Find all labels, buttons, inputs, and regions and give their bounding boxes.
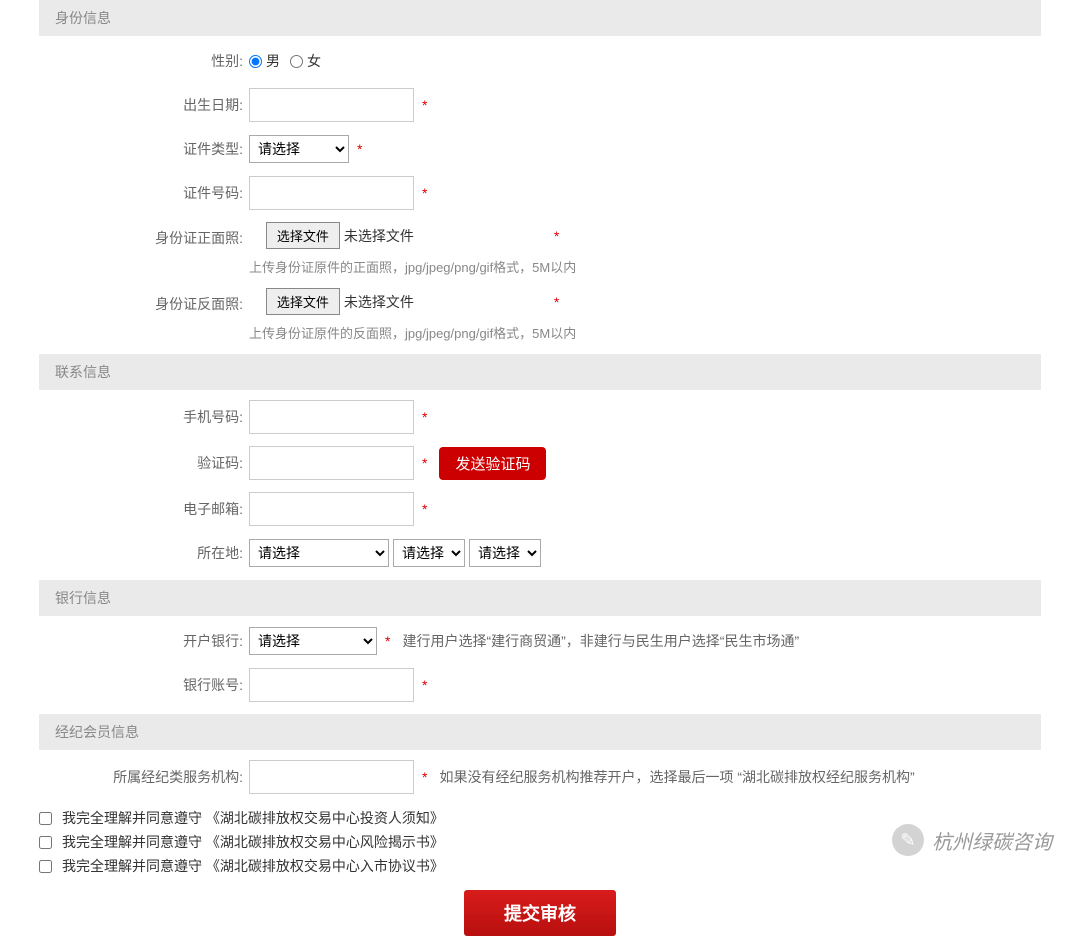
- id-back-choose-button[interactable]: 选择文件: [266, 288, 340, 315]
- section-broker: 经纪会员信息: [39, 714, 1041, 750]
- idno-input[interactable]: [249, 176, 414, 210]
- watermark-text: 杭州绿碳咨询: [932, 826, 1052, 855]
- gender-male-radio[interactable]: [249, 55, 262, 68]
- id-front-label: 身份证正面照:: [39, 222, 249, 248]
- required-star: *: [422, 769, 427, 785]
- id-back-status: 未选择文件: [344, 292, 414, 312]
- row-id-back: 身份证反面照: 选择文件 未选择文件 * 上传身份证原件的反面照，jpg/jpe…: [1, 288, 1079, 342]
- row-captcha: 验证码: * 发送验证码: [1, 446, 1079, 480]
- broker-org-label: 所属经纪类服务机构:: [39, 767, 249, 787]
- row-email: 电子邮箱: *: [1, 492, 1079, 526]
- account-label: 银行账号:: [39, 675, 249, 695]
- id-back-label: 身份证反面照:: [39, 288, 249, 314]
- gender-female-text: 女: [307, 51, 321, 71]
- agree-row-3: 我完全理解并同意遵守 《湖北碳排放权交易中心入市协议书》: [1, 854, 1079, 878]
- required-star: *: [554, 228, 559, 244]
- idno-label: 证件号码:: [39, 183, 249, 203]
- captcha-input[interactable]: [249, 446, 414, 480]
- row-idtype: 证件类型: 请选择 *: [1, 134, 1079, 164]
- registration-form: 身份信息 性别: 男 女 出生日期: * 证件类型: 请选择 * 证件号码: *: [0, 0, 1080, 940]
- agree-checkbox-1[interactable]: [39, 812, 52, 825]
- section-contact: 联系信息: [39, 354, 1041, 390]
- idtype-select[interactable]: 请选择: [249, 135, 349, 163]
- bank-select[interactable]: 请选择: [249, 627, 377, 655]
- agree-checkbox-3[interactable]: [39, 860, 52, 873]
- broker-org-hint: 如果没有经纪服务机构推荐开户，选择最后一项 “湖北碳排放权经纪服务机构”: [439, 767, 914, 787]
- row-account: 银行账号: *: [1, 668, 1079, 702]
- required-star: *: [357, 141, 362, 157]
- province-select[interactable]: 请选择: [249, 539, 389, 567]
- id-front-choose-button[interactable]: 选择文件: [266, 222, 340, 249]
- gender-female-radio[interactable]: [290, 55, 303, 68]
- email-input[interactable]: [249, 492, 414, 526]
- submit-row: 提交审核: [39, 878, 1041, 940]
- row-bank: 开户银行: 请选择 * 建行用户选择“建行商贸通”，非建行与民生用户选择“民生市…: [1, 626, 1079, 656]
- id-front-status: 未选择文件: [344, 226, 414, 246]
- section-identity: 身份信息: [39, 0, 1041, 36]
- agree-label-2: 我完全理解并同意遵守 《湖北碳排放权交易中心风险揭示书》: [62, 832, 444, 852]
- required-star: *: [422, 677, 427, 693]
- gender-label: 性别:: [39, 51, 249, 71]
- gender-male-text: 男: [266, 51, 280, 71]
- birth-input[interactable]: [249, 88, 414, 122]
- submit-button[interactable]: 提交审核: [464, 890, 616, 936]
- account-input[interactable]: [249, 668, 414, 702]
- email-label: 电子邮箱:: [39, 499, 249, 519]
- row-phone: 手机号码: *: [1, 400, 1079, 434]
- district-select[interactable]: 请选择: [469, 539, 541, 567]
- broker-org-input[interactable]: [249, 760, 414, 794]
- bank-hint: 建行用户选择“建行商贸通”，非建行与民生用户选择“民生市场通”: [402, 631, 799, 651]
- required-star: *: [422, 97, 427, 113]
- agree-label-3: 我完全理解并同意遵守 《湖北碳排放权交易中心入市协议书》: [62, 856, 444, 876]
- captcha-label: 验证码:: [39, 453, 249, 473]
- agree-checkbox-2[interactable]: [39, 836, 52, 849]
- row-id-front: 身份证正面照: 选择文件 未选择文件 * 上传身份证原件的正面照，jpg/jpe…: [1, 222, 1079, 276]
- row-gender: 性别: 男 女: [1, 46, 1079, 76]
- row-idno: 证件号码: *: [1, 176, 1079, 210]
- row-broker-org: 所属经纪类服务机构: * 如果没有经纪服务机构推荐开户，选择最后一项 “湖北碳排…: [1, 760, 1079, 794]
- section-bank: 银行信息: [39, 580, 1041, 616]
- required-star: *: [422, 409, 427, 425]
- agree-label-1: 我完全理解并同意遵守 《湖北碳排放权交易中心投资人须知》: [62, 808, 444, 828]
- required-star: *: [385, 633, 390, 649]
- bank-label: 开户银行:: [39, 631, 249, 651]
- phone-input[interactable]: [249, 400, 414, 434]
- watermark: ✎ 杭州绿碳咨询: [892, 824, 1052, 856]
- required-star: *: [422, 501, 427, 517]
- send-captcha-button[interactable]: 发送验证码: [439, 447, 546, 480]
- row-location: 所在地: 请选择 请选择 请选择: [1, 538, 1079, 568]
- idtype-label: 证件类型:: [39, 139, 249, 159]
- row-birth: 出生日期: *: [1, 88, 1079, 122]
- required-star: *: [422, 455, 427, 471]
- id-front-hint: 上传身份证原件的正面照，jpg/jpeg/png/gif格式，5M以内: [249, 257, 576, 276]
- location-label: 所在地:: [39, 543, 249, 563]
- required-star: *: [422, 185, 427, 201]
- wechat-icon: ✎: [892, 824, 924, 856]
- birth-label: 出生日期:: [39, 95, 249, 115]
- city-select[interactable]: 请选择: [393, 539, 465, 567]
- phone-label: 手机号码:: [39, 407, 249, 427]
- id-back-hint: 上传身份证原件的反面照，jpg/jpeg/png/gif格式，5M以内: [249, 323, 576, 342]
- required-star: *: [554, 294, 559, 310]
